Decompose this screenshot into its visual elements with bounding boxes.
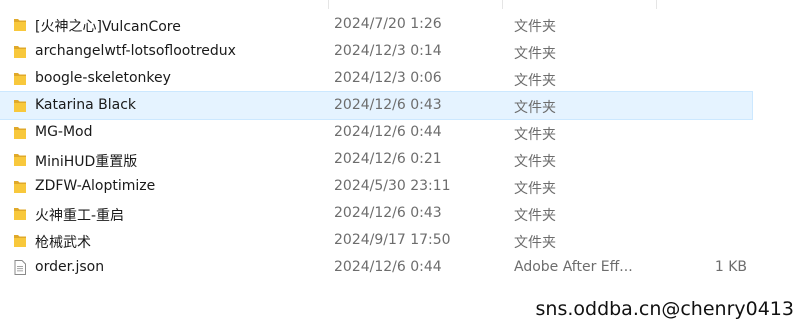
file-type: 文件夹 (514, 19, 556, 35)
column-divider[interactable] (656, 0, 657, 9)
file-name: MG-Mod (35, 124, 93, 140)
file-row[interactable]: archangelwtf-lotsoflootredux 2024/12/3 0… (0, 38, 752, 65)
file-type: 文件夹 (514, 73, 556, 89)
file-name: Katarina Black (35, 97, 137, 113)
file-date-modified: 2024/5/30 23:11 (334, 178, 451, 194)
file-date-modified: 2024/12/6 0:43 (334, 97, 442, 113)
file-row[interactable]: order.json 2024/12/6 0:44 Adobe After Ef… (0, 254, 752, 281)
file-date-modified: 2024/12/6 0:44 (334, 259, 442, 275)
file-row[interactable]: boogle-skeletonkey 2024/12/3 0:06 文件夹 (0, 65, 752, 92)
column-divider[interactable] (328, 0, 329, 9)
folder-icon (14, 127, 26, 139)
folder-icon (14, 208, 26, 220)
folder-icon (14, 73, 26, 85)
file-size: 1 KB (714, 259, 747, 275)
column-divider[interactable] (502, 0, 503, 9)
folder-icon (14, 235, 26, 247)
folder-icon (14, 154, 26, 166)
file-type: 文件夹 (514, 127, 556, 143)
file-row[interactable]: 枪械武术 2024/9/17 17:50 文件夹 (0, 227, 752, 254)
file-name: 枪械武术 (35, 235, 91, 251)
file-name: archangelwtf-lotsoflootredux (35, 43, 236, 59)
file-row[interactable]: MG-Mod 2024/12/6 0:44 文件夹 (0, 119, 752, 146)
file-date-modified: 2024/9/17 17:50 (334, 232, 451, 248)
file-list: [火神之心]VulcanCore 2024/7/20 1:26 文件夹 arch… (0, 11, 802, 281)
folder-icon (14, 100, 26, 112)
folder-icon (14, 46, 26, 58)
file-row[interactable]: Katarina Black 2024/12/6 0:43 文件夹 (0, 91, 753, 120)
file-type: 文件夹 (514, 208, 556, 224)
file-row[interactable]: MiniHUD重置版 2024/12/6 0:21 文件夹 (0, 146, 752, 173)
file-row[interactable]: 火神重工-重启 2024/12/6 0:43 文件夹 (0, 200, 752, 227)
file-row[interactable]: [火神之心]VulcanCore 2024/7/20 1:26 文件夹 (0, 11, 752, 38)
file-name: boogle-skeletonkey (35, 70, 171, 86)
file-name: MiniHUD重置版 (35, 154, 138, 170)
file-name: [火神之心]VulcanCore (35, 19, 181, 35)
file-type: 文件夹 (514, 46, 556, 62)
file-type: Adobe After Eff... (514, 259, 633, 275)
folder-icon (14, 19, 26, 31)
folder-icon (14, 181, 26, 193)
watermark-text: sns.oddba.cn@chenry0413 (535, 298, 795, 320)
json-file-icon (14, 260, 26, 275)
file-date-modified: 2024/12/3 0:14 (334, 43, 442, 59)
file-date-modified: 2024/12/6 0:21 (334, 151, 442, 167)
file-name: 火神重工-重启 (35, 208, 125, 224)
file-name: ZDFW-Aloptimize (35, 178, 156, 194)
file-date-modified: 2024/7/20 1:26 (334, 16, 442, 32)
file-type: 文件夹 (514, 154, 556, 170)
file-type: 文件夹 (514, 235, 556, 251)
file-row[interactable]: ZDFW-Aloptimize 2024/5/30 23:11 文件夹 (0, 173, 752, 200)
file-date-modified: 2024/12/3 0:06 (334, 70, 442, 86)
file-date-modified: 2024/12/6 0:43 (334, 205, 442, 221)
file-name: order.json (35, 259, 105, 275)
file-type: 文件夹 (514, 181, 556, 197)
file-date-modified: 2024/12/6 0:44 (334, 124, 442, 140)
file-type: 文件夹 (514, 100, 556, 116)
